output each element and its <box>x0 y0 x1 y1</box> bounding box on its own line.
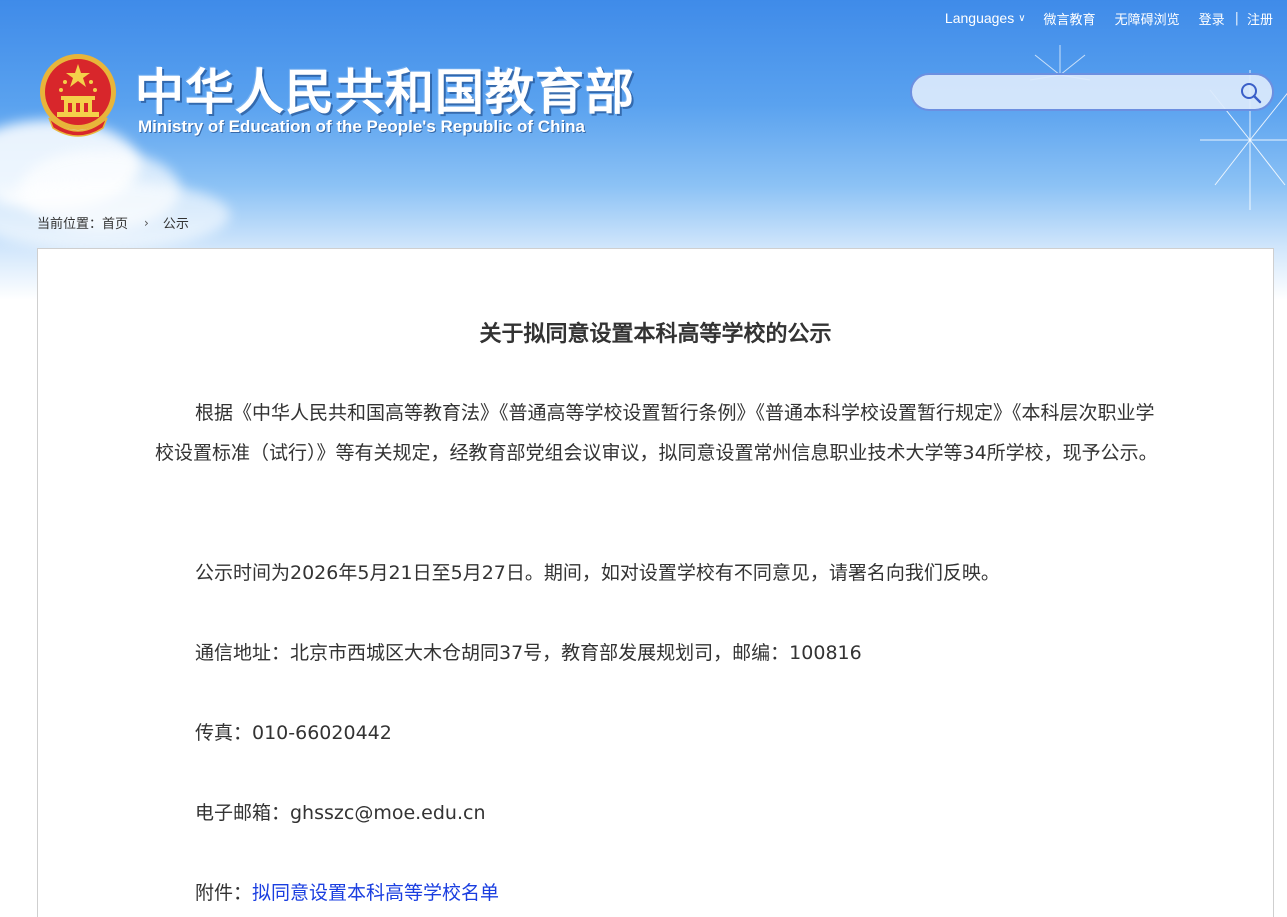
attachment-label: 附件： <box>195 882 253 904</box>
breadcrumb: 当前位置： 首页 › 公示 <box>37 213 189 233</box>
article-paragraph: 公示时间为2026年5月21日至5月27日。期间，如对设置学校有不同意见，请署名… <box>155 553 1160 593</box>
top-links-bar: Languages ∨ 微言教育 无障碍浏览 登录 | 注册 <box>945 9 1273 28</box>
attachment-link[interactable]: 拟同意设置本科高等学校名单 <box>252 882 499 904</box>
article-paragraph: 电子邮箱：ghsszc@moe.edu.cn <box>155 793 1160 833</box>
site-title[interactable]: 中华人民共和国教育部 <box>135 53 635 124</box>
login-link[interactable]: 登录 <box>1199 9 1225 28</box>
search-icon[interactable] <box>1240 82 1262 104</box>
breadcrumb-prefix: 当前位置： <box>37 217 103 232</box>
attachment-paragraph: 附件：拟同意设置本科高等学校名单 <box>155 873 1160 913</box>
paragraph-text: 公示时间为2026年5月21日至5月27日。期间，如对设置学校有不同意见，请署名… <box>195 562 1000 584</box>
languages-menu[interactable]: Languages ∨ <box>945 10 1026 26</box>
chevron-down-icon: ∨ <box>1018 12 1026 24</box>
article-paragraph: 根据《中华人民共和国高等教育法》《普通高等学校设置暂行条例》《普通本科学校设置暂… <box>155 393 1160 473</box>
search-input[interactable] <box>926 81 1226 105</box>
article-title: 关于拟同意设置本科高等学校的公示 <box>479 322 832 347</box>
paragraph-text: 电子邮箱：ghsszc@moe.edu.cn <box>195 802 486 824</box>
breadcrumb-current[interactable]: 公示 <box>163 213 189 232</box>
paragraph-text: 通信地址：北京市西城区大木仓胡同37号，教育部发展规划司，邮编：100816 <box>195 642 862 664</box>
site-subtitle: Ministry of Education of the People's Re… <box>138 117 586 136</box>
article-paragraph: 通信地址：北京市西城区大木仓胡同37号，教育部发展规划司，邮编：100816 <box>155 633 1160 673</box>
languages-label: Languages <box>944 10 1015 26</box>
register-link[interactable]: 注册 <box>1247 9 1273 28</box>
article-paragraph: 传真：010-66020442 <box>155 713 1160 753</box>
weiyan-link[interactable]: 微言教育 <box>1044 9 1096 28</box>
link-separator: | <box>1234 10 1239 26</box>
breadcrumb-home-link[interactable]: 首页 <box>102 213 128 232</box>
paragraph-text: 根据《中华人民共和国高等教育法》《普通高等学校设置暂行条例》《普通本科学校设置暂… <box>155 402 1158 464</box>
chevron-right-icon: › <box>144 215 149 230</box>
national-emblem-icon[interactable] <box>37 52 119 140</box>
paragraph-text: 传真：010-66020442 <box>195 722 392 744</box>
search-box <box>910 73 1274 111</box>
accessible-browse-link[interactable]: 无障碍浏览 <box>1115 9 1180 28</box>
